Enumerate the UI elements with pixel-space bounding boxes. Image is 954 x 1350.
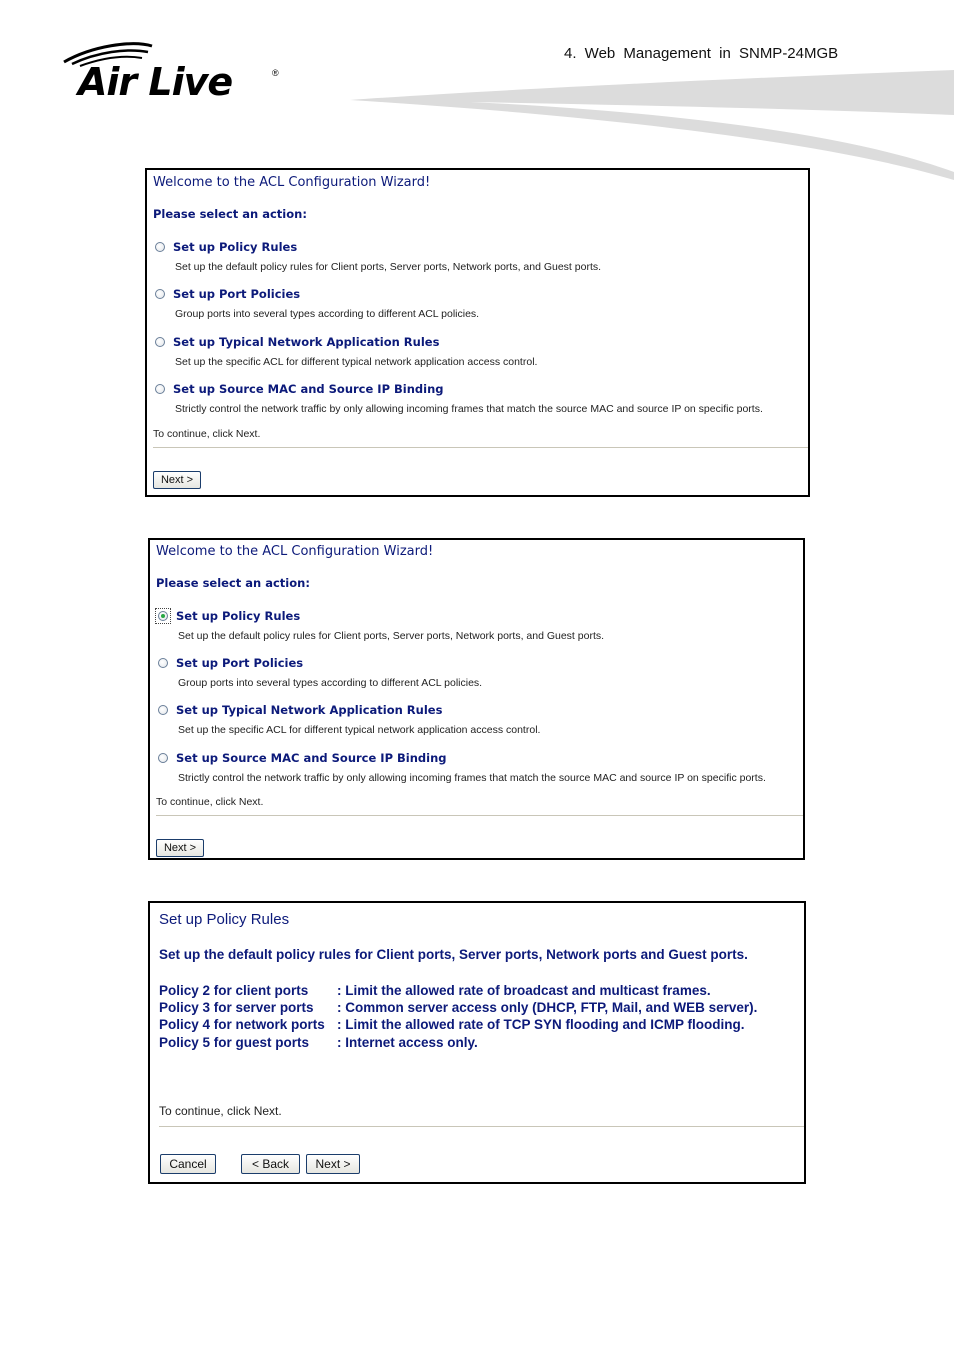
policy-row: Policy 2 for client ports : Limit the all… [159,983,711,998]
option-description: Strictly control the network traffic by … [178,772,766,784]
continue-instruction: To continue, click Next. [153,428,261,440]
acl-wizard-panel-selected: Welcome to the ACL Configuration Wizard!… [148,538,805,860]
wizard-title: Welcome to the ACL Configuration Wizard! [153,175,431,190]
radio-button[interactable] [155,242,165,252]
next-button[interactable]: Next > [306,1154,360,1174]
option-description: Set up the specific ACL for different ty… [178,724,541,736]
option-label[interactable]: Set up Port Policies [173,287,300,301]
next-button[interactable]: Next > [153,471,201,489]
radio-button[interactable] [158,658,168,668]
policy-name: Policy 5 for guest ports [159,1035,310,1050]
policy-row: Policy 4 for network ports : Limit the al… [159,1017,745,1032]
option-label[interactable]: Set up Source MAC and Source IP Binding [176,751,447,765]
wizard-prompt: Please select an action: [156,576,310,590]
policy-name: Policy 4 for network ports [159,1017,325,1032]
panel-subtitle: Set up the default policy rules for Clie… [159,947,748,962]
option-description: Strictly control the network traffic by … [175,403,763,415]
radio-button[interactable] [155,337,165,347]
option-description: Group ports into several types according… [178,677,483,689]
wizard-title: Welcome to the ACL Configuration Wizard! [156,544,434,559]
back-button[interactable]: < Back [241,1154,300,1174]
option-label[interactable]: Set up Typical Network Application Rules [173,335,439,349]
option-label[interactable]: Set up Typical Network Application Rules [176,703,442,717]
policy-description: : Limit the allowed rate of TCP SYN floo… [337,1017,745,1032]
divider [159,1126,804,1127]
policy-description: : Limit the allowed rate of broadcast an… [337,983,711,998]
radio-button[interactable] [158,705,168,715]
next-button[interactable]: Next > [156,839,204,857]
airlive-logo: Air Live ® [62,40,292,108]
cancel-button[interactable]: Cancel [160,1154,216,1174]
logo-text: Air Live [78,60,233,104]
registered-mark: ® [272,68,279,78]
continue-instruction: To continue, click Next. [159,1104,282,1118]
wizard-prompt: Please select an action: [153,207,307,221]
policy-description: : Internet access only. [337,1035,478,1050]
option-description: Set up the default policy rules for Clie… [175,261,602,273]
radio-button[interactable] [155,289,165,299]
option-description: Group ports into several types according… [175,308,480,320]
divider [156,815,803,816]
policy-row: Policy 5 for guest ports : Internet acces… [159,1035,478,1050]
divider [153,447,808,448]
option-label[interactable]: Set up Port Policies [176,656,303,670]
panel-title: Set up Policy Rules [159,911,290,928]
radio-button-checked[interactable] [158,611,168,621]
policy-row: Policy 3 for server ports : Common server… [159,1000,757,1015]
header-swoosh-decoration [350,70,954,180]
option-label[interactable]: Set up Source MAC and Source IP Binding [173,382,444,396]
radio-button[interactable] [155,384,165,394]
option-description: Set up the specific ACL for different ty… [175,356,538,368]
continue-instruction: To continue, click Next. [156,796,264,808]
option-description: Set up the default policy rules for Clie… [178,630,605,642]
policy-name: Policy 2 for client ports [159,983,309,998]
policy-name: Policy 3 for server ports [159,1000,314,1015]
policy-rules-panel: Set up Policy Rules Set up the default p… [148,901,806,1184]
policy-description: : Common server access only (DHCP, FTP, … [337,1000,758,1015]
radio-button[interactable] [158,753,168,763]
acl-wizard-panel-unselected: Welcome to the ACL Configuration Wizard!… [145,168,810,497]
option-label[interactable]: Set up Policy Rules [173,240,297,254]
option-label[interactable]: Set up Policy Rules [176,609,300,623]
